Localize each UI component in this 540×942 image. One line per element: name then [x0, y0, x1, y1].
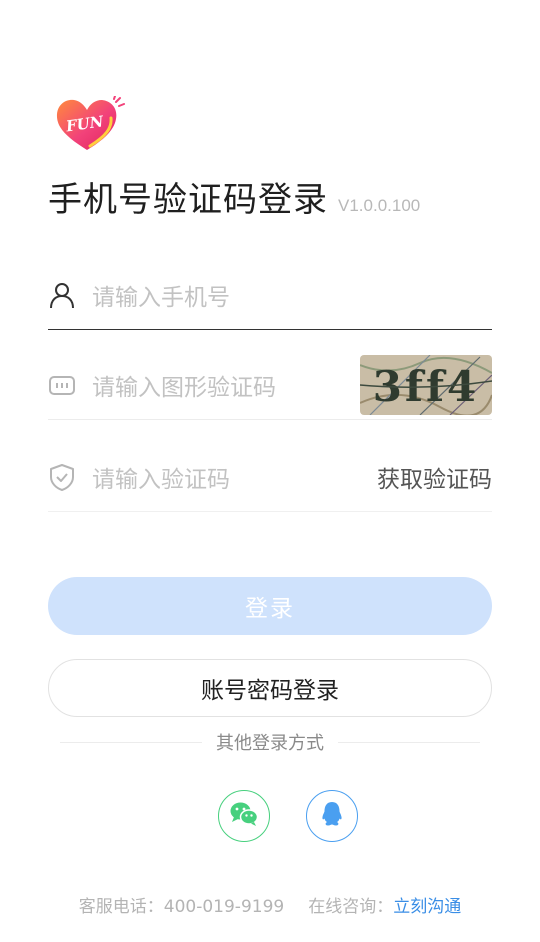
- wechat-icon: [229, 801, 259, 831]
- version-label: V1.0.0.100: [338, 196, 421, 215]
- qq-login-button[interactable]: [306, 790, 358, 842]
- footer: 客服电话：400-019-9199 在线咨询：立刻沟通: [0, 892, 540, 917]
- service-phone-label: 客服电话：: [78, 897, 164, 917]
- captcha-field[interactable]: 请输入图形验证码 3ff4: [48, 350, 493, 420]
- wechat-login-button[interactable]: [218, 790, 270, 842]
- other-login-divider: 其他登录方式: [60, 730, 480, 754]
- divider-line-left: [60, 741, 202, 743]
- user-icon: [48, 281, 76, 309]
- title-row: 手机号验证码登录 V1.0.0.100: [48, 172, 420, 221]
- login-button[interactable]: 登录: [48, 577, 492, 635]
- captcha-icon: [48, 371, 76, 399]
- service-phone-number: 400-019-9199: [163, 897, 285, 917]
- other-login-label: 其他登录方式: [216, 733, 324, 754]
- get-code-button[interactable]: 获取验证码: [377, 460, 492, 494]
- sms-code-input[interactable]: 请输入验证码: [92, 460, 377, 494]
- sms-code-field[interactable]: 请输入验证码 获取验证码: [48, 442, 492, 512]
- online-consult-link[interactable]: 立刻沟通: [393, 897, 461, 917]
- qq-icon: [320, 800, 344, 832]
- phone-field[interactable]: 请输入手机号: [48, 260, 492, 330]
- page-title: 手机号验证码登录: [48, 180, 328, 220]
- shield-check-icon: [48, 463, 76, 491]
- divider-line-right: [338, 741, 480, 743]
- password-login-button[interactable]: 账号密码登录: [48, 659, 492, 717]
- app-logo: FUN: [54, 95, 126, 154]
- captcha-input[interactable]: 请输入图形验证码: [92, 368, 360, 402]
- phone-input[interactable]: 请输入手机号: [92, 278, 492, 312]
- captcha-image[interactable]: 3ff4: [359, 354, 493, 416]
- online-consult-label: 在线咨询：: [308, 897, 394, 917]
